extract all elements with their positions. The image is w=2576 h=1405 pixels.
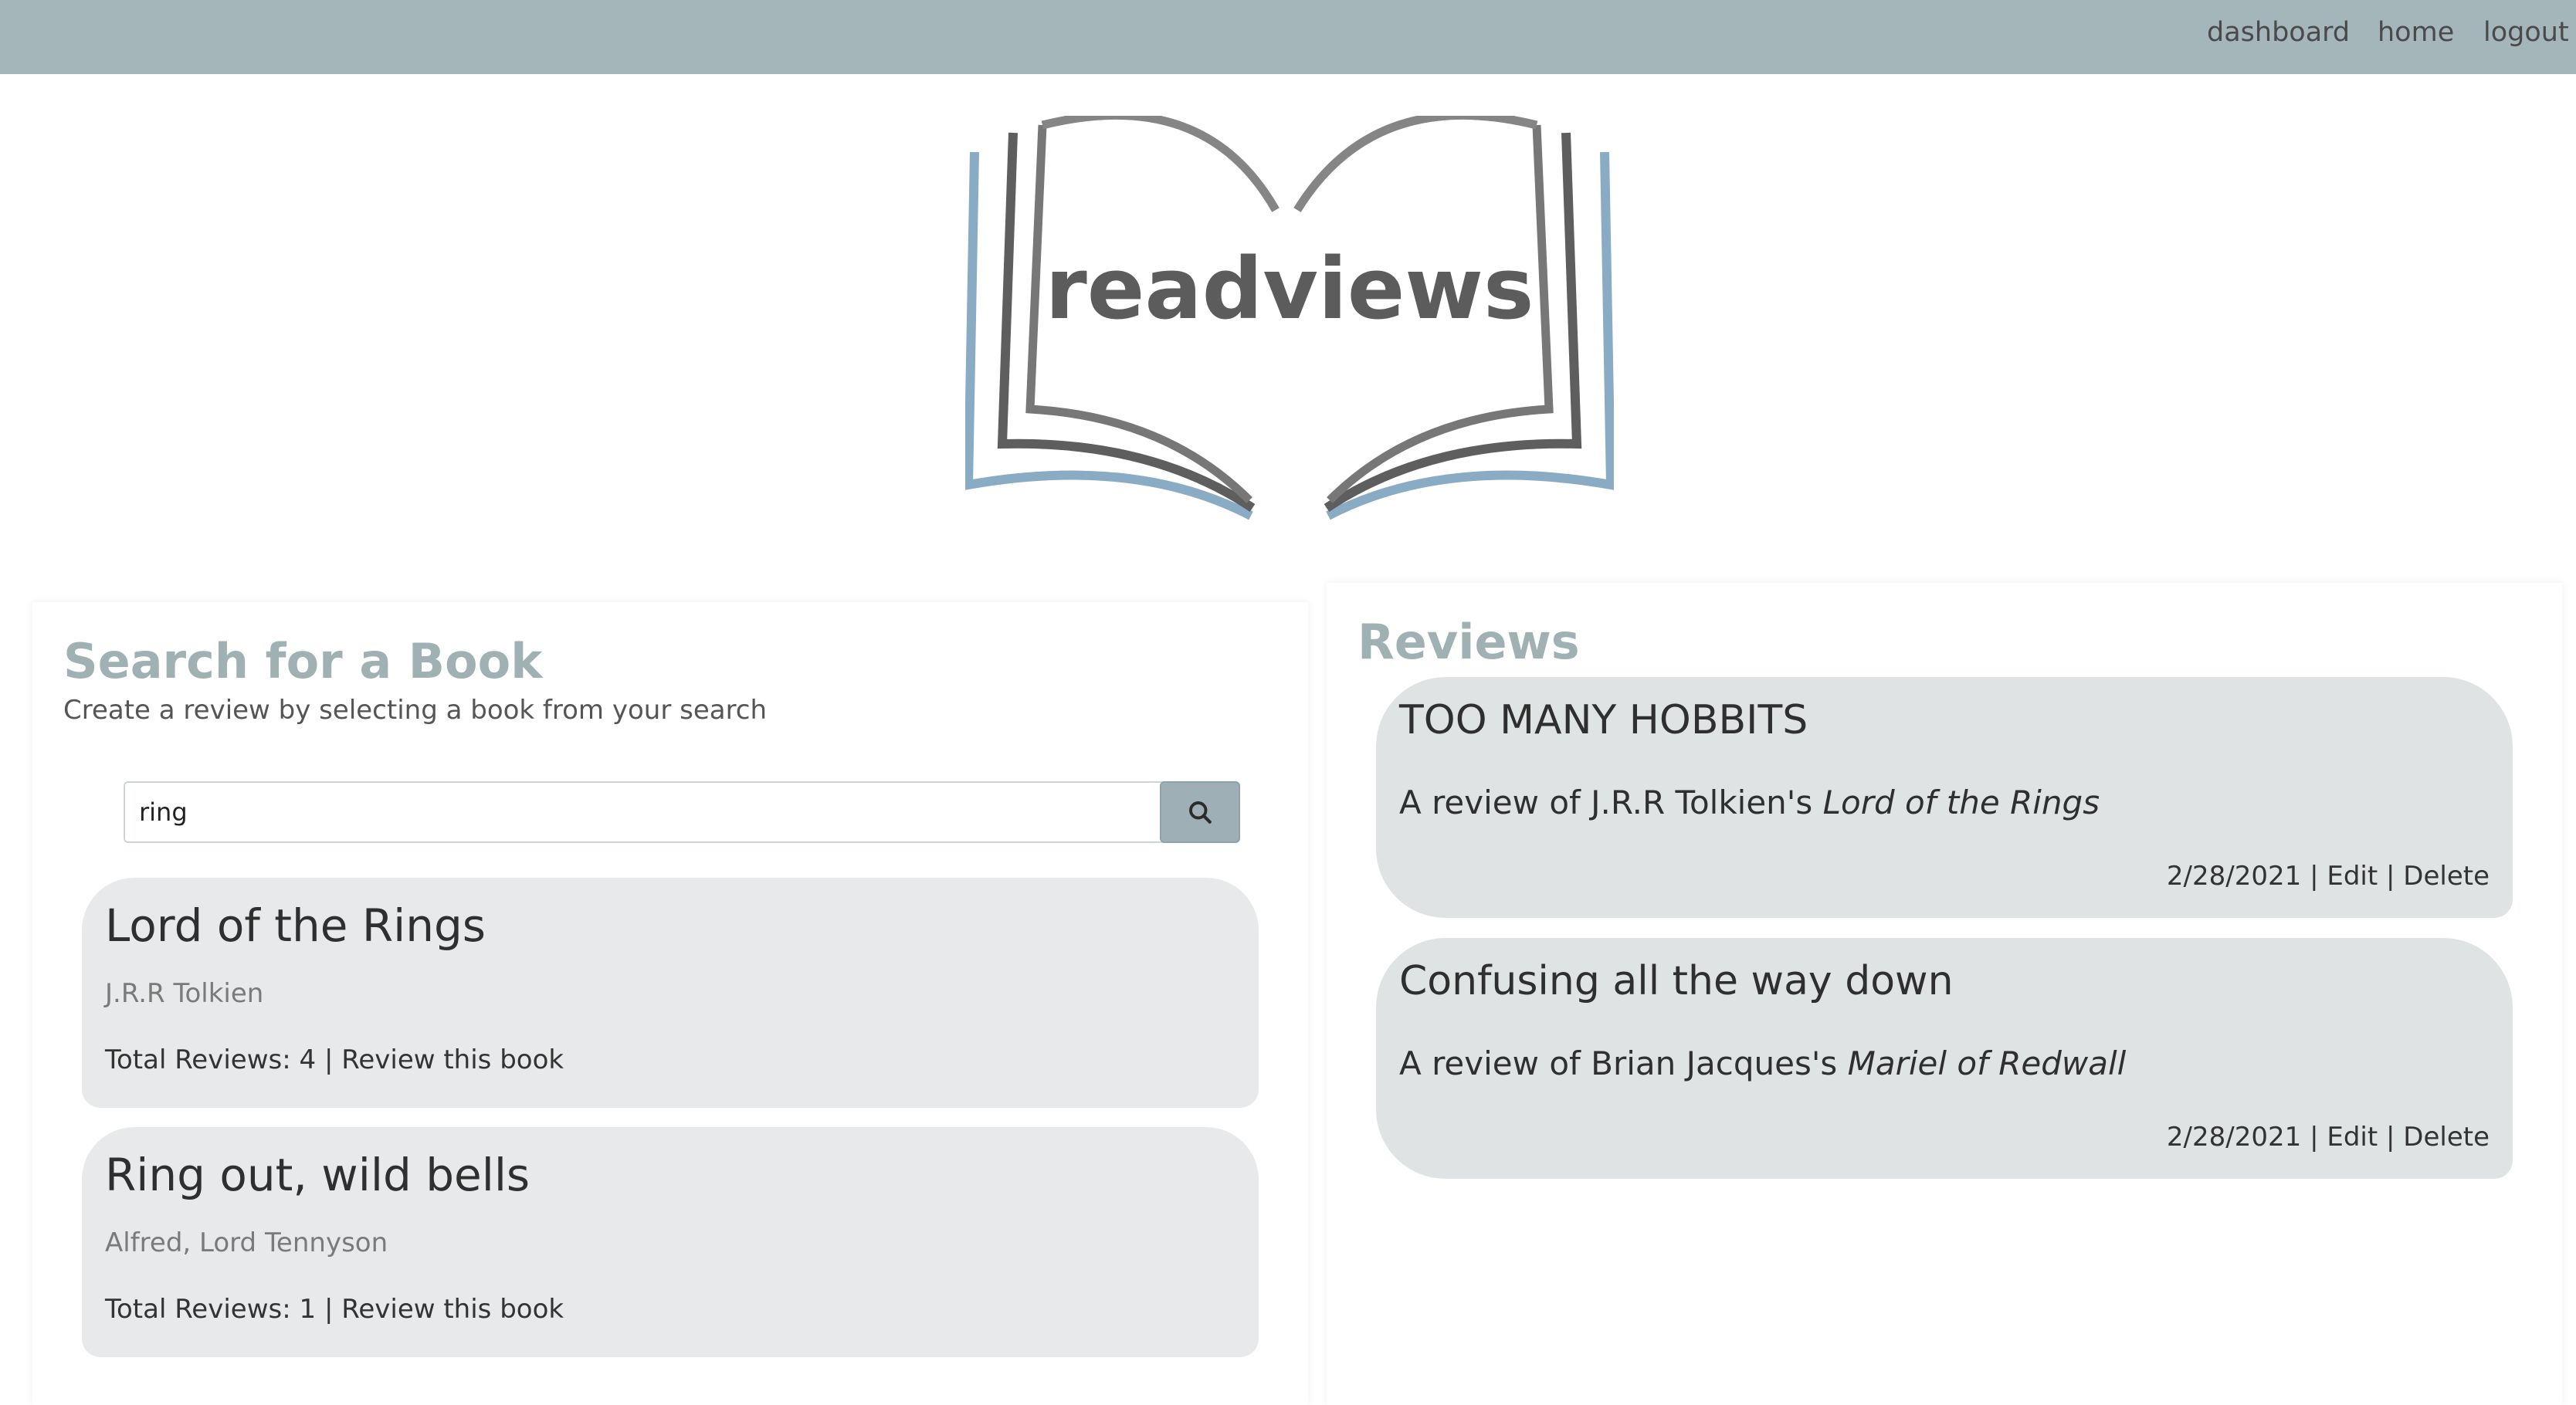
top-navbar: dashboard home logout — [0, 0, 2576, 74]
review-prefix: A review of J.R.R Tolkien's — [1399, 784, 1823, 821]
reviews-panel: Reviews TOO MANY HOBBITS A review of J.R… — [1327, 583, 2562, 1405]
review-footer: 2/28/2021 | Edit | Delete — [2167, 861, 2490, 892]
book-result-card[interactable]: Lord of the Rings J.R.R Tolkien Total Re… — [82, 878, 1259, 1108]
book-meta: Total Reviews: 1 | Review this book — [105, 1294, 564, 1325]
nav-dashboard-link[interactable]: dashboard — [2207, 17, 2350, 48]
review-prefix: A review of Brian Jacques's — [1399, 1044, 1848, 1082]
book-author: J.R.R Tolkien — [105, 978, 264, 1009]
book-title: Lord of the Rings — [105, 899, 486, 952]
nav-home-link[interactable]: home — [2378, 17, 2454, 48]
review-footer: 2/28/2021 | Edit | Delete — [2167, 1122, 2490, 1153]
meta-separator: | — [324, 1044, 334, 1075]
review-book-line: A review of Brian Jacques's Mariel of Re… — [1399, 1044, 2126, 1082]
delete-review-link[interactable]: Delete — [2403, 1122, 2490, 1153]
review-date: 2/28/2021 — [2166, 861, 2302, 892]
edit-review-link[interactable]: Edit — [2327, 861, 2378, 892]
nav-logout-link[interactable]: logout — [2483, 17, 2569, 48]
book-title: Ring out, wild bells — [105, 1149, 530, 1201]
review-book-title: Lord of the Rings — [1822, 784, 2100, 821]
open-book-icon: readviews — [965, 116, 1614, 520]
search-panel: Search for a Book Create a review by sel… — [32, 602, 1308, 1405]
book-author: Alfred, Lord Tennyson — [105, 1227, 388, 1258]
total-reviews: Total Reviews: 4 — [105, 1044, 317, 1075]
footer-separator: | — [2310, 1122, 2319, 1153]
edit-review-link[interactable]: Edit — [2327, 1122, 2378, 1153]
review-title: TOO MANY HOBBITS — [1399, 697, 1808, 743]
review-book-title: Mariel of Redwall — [1847, 1044, 2127, 1082]
review-this-book-link[interactable]: Review this book — [341, 1044, 564, 1075]
logo-text: readviews — [1046, 239, 1534, 338]
review-card: TOO MANY HOBBITS A review of J.R.R Tolki… — [1376, 677, 2513, 918]
review-card: Confusing all the way down A review of B… — [1376, 938, 2513, 1179]
total-reviews: Total Reviews: 1 — [105, 1294, 317, 1325]
search-button[interactable] — [1160, 781, 1240, 843]
meta-separator: | — [324, 1294, 334, 1325]
review-this-book-link[interactable]: Review this book — [341, 1294, 564, 1325]
readviews-logo: readviews — [965, 116, 1614, 521]
review-title: Confusing all the way down — [1399, 958, 1954, 1004]
search-icon — [1189, 801, 1212, 824]
reviews-title: Reviews — [1357, 614, 1580, 670]
book-meta: Total Reviews: 4 | Review this book — [105, 1044, 564, 1075]
footer-separator: | — [2386, 1122, 2395, 1153]
search-title: Search for a Book — [63, 633, 543, 689]
footer-separator: | — [2310, 861, 2319, 892]
review-date: 2/28/2021 — [2166, 1122, 2302, 1153]
search-subtitle: Create a review by selecting a book from… — [63, 695, 768, 726]
footer-separator: | — [2386, 861, 2395, 892]
review-book-line: A review of J.R.R Tolkien's Lord of the … — [1399, 784, 2100, 821]
search-input[interactable] — [124, 781, 1174, 843]
delete-review-link[interactable]: Delete — [2403, 861, 2490, 892]
book-result-card[interactable]: Ring out, wild bells Alfred, Lord Tennys… — [82, 1127, 1259, 1357]
